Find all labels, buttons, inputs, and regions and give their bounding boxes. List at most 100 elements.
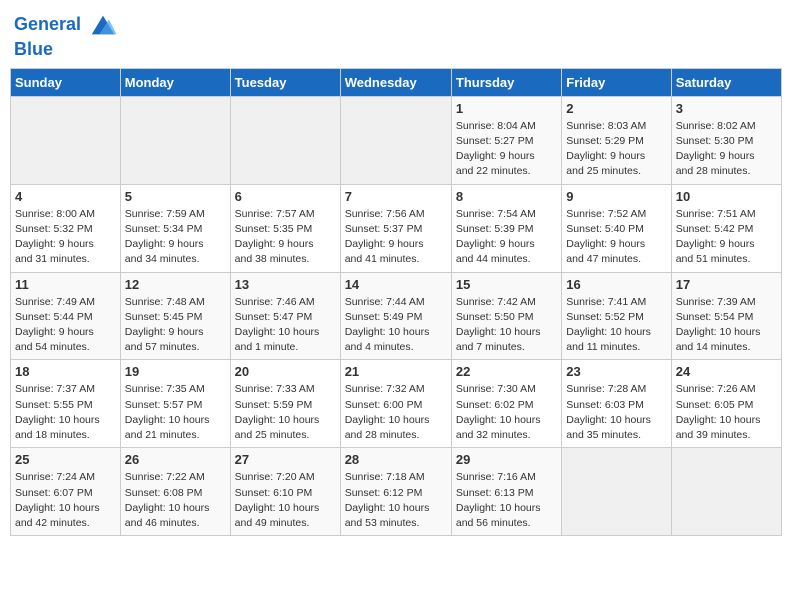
weekday-header-friday: Friday	[562, 68, 671, 96]
day-number: 11	[15, 277, 116, 292]
calendar-cell: 10 Sunrise: 7:51 AMSunset: 5:42 PMDayligh…	[671, 184, 781, 272]
day-number: 6	[235, 189, 336, 204]
day-info: Sunrise: 7:56 AMSunset: 5:37 PMDaylight:…	[345, 207, 447, 268]
calendar-body: 1Sunrise: 8:04 AMSunset: 5:27 PMDaylight…	[11, 96, 782, 535]
day-number: 2	[566, 101, 666, 116]
day-number: 20	[235, 364, 336, 379]
logo-blue-text: Blue	[14, 40, 118, 60]
day-number: 8	[456, 189, 557, 204]
day-info: Sunrise: 7:52 AMSunset: 5:40 PMDaylight:…	[566, 207, 666, 268]
day-info: Sunrise: 8:04 AMSunset: 5:27 PMDaylight:…	[456, 119, 557, 180]
calendar-cell: 28Sunrise: 7:18 AMSunset: 6:12 PMDayligh…	[340, 448, 451, 536]
calendar-week-2: 4 Sunrise: 8:00 AMSunset: 5:32 PMDaylight…	[11, 184, 782, 272]
weekday-header-row: SundayMondayTuesdayWednesdayThursdayFrid…	[11, 68, 782, 96]
calendar-cell: 27 Sunrise: 7:20 AMSunset: 6:10 PMDayligh…	[230, 448, 340, 536]
calendar-cell: 25 Sunrise: 7:24 AMSunset: 6:07 PMDayligh…	[11, 448, 121, 536]
calendar-cell: 26 Sunrise: 7:22 AMSunset: 6:08 PMDayligh…	[120, 448, 230, 536]
page-header: General Blue	[10, 10, 782, 60]
day-number: 18	[15, 364, 116, 379]
weekday-header-tuesday: Tuesday	[230, 68, 340, 96]
calendar-cell: 22 Sunrise: 7:30 AMSunset: 6:02 PMDayligh…	[451, 360, 561, 448]
day-number: 19	[125, 364, 226, 379]
calendar-cell: 7 Sunrise: 7:56 AMSunset: 5:37 PMDaylight…	[340, 184, 451, 272]
day-number: 24	[676, 364, 777, 379]
weekday-header-saturday: Saturday	[671, 68, 781, 96]
calendar-cell	[671, 448, 781, 536]
calendar-cell: 23 Sunrise: 7:28 AMSunset: 6:03 PMDayligh…	[562, 360, 671, 448]
calendar-cell: 15 Sunrise: 7:42 AMSunset: 5:50 PMDayligh…	[451, 272, 561, 360]
day-info: Sunrise: 7:41 AMSunset: 5:52 PMDaylight:…	[566, 295, 666, 356]
day-info: Sunrise: 8:02 AMSunset: 5:30 PMDaylight:…	[676, 119, 777, 180]
calendar-week-1: 1Sunrise: 8:04 AMSunset: 5:27 PMDaylight…	[11, 96, 782, 184]
day-number: 3	[676, 101, 777, 116]
calendar-cell: 3 Sunrise: 8:02 AMSunset: 5:30 PMDaylight…	[671, 96, 781, 184]
calendar-cell: 16 Sunrise: 7:41 AMSunset: 5:52 PMDayligh…	[562, 272, 671, 360]
day-number: 27	[235, 452, 336, 467]
day-info: Sunrise: 7:20 AMSunset: 6:10 PMDaylight:…	[235, 470, 336, 531]
day-info: Sunrise: 7:32 AMSunset: 6:00 PMDaylight:…	[345, 382, 447, 443]
day-number: 29	[456, 452, 557, 467]
day-number: 17	[676, 277, 777, 292]
calendar-cell: 1Sunrise: 8:04 AMSunset: 5:27 PMDaylight…	[451, 96, 561, 184]
day-info: Sunrise: 7:42 AMSunset: 5:50 PMDaylight:…	[456, 295, 557, 356]
day-number: 25	[15, 452, 116, 467]
calendar-cell: 29Sunrise: 7:16 AMSunset: 6:13 PMDayligh…	[451, 448, 561, 536]
day-number: 21	[345, 364, 447, 379]
day-info: Sunrise: 7:30 AMSunset: 6:02 PMDaylight:…	[456, 382, 557, 443]
day-info: Sunrise: 7:48 AMSunset: 5:45 PMDaylight:…	[125, 295, 226, 356]
calendar-cell: 9Sunrise: 7:52 AMSunset: 5:40 PMDaylight…	[562, 184, 671, 272]
weekday-header-monday: Monday	[120, 68, 230, 96]
day-number: 12	[125, 277, 226, 292]
calendar-cell: 2Sunrise: 8:03 AMSunset: 5:29 PMDaylight…	[562, 96, 671, 184]
day-info: Sunrise: 7:24 AMSunset: 6:07 PMDaylight:…	[15, 470, 116, 531]
calendar-cell: 6 Sunrise: 7:57 AMSunset: 5:35 PMDaylight…	[230, 184, 340, 272]
calendar-cell: 14 Sunrise: 7:44 AMSunset: 5:49 PMDayligh…	[340, 272, 451, 360]
day-info: Sunrise: 7:39 AMSunset: 5:54 PMDaylight:…	[676, 295, 777, 356]
day-number: 4	[15, 189, 116, 204]
calendar-cell: 13 Sunrise: 7:46 AMSunset: 5:47 PMDayligh…	[230, 272, 340, 360]
day-info: Sunrise: 7:28 AMSunset: 6:03 PMDaylight:…	[566, 382, 666, 443]
day-info: Sunrise: 8:00 AMSunset: 5:32 PMDaylight:…	[15, 207, 116, 268]
day-number: 13	[235, 277, 336, 292]
logo: General Blue	[14, 10, 118, 60]
day-info: Sunrise: 7:49 AMSunset: 5:44 PMDaylight:…	[15, 295, 116, 356]
calendar-cell: 17 Sunrise: 7:39 AMSunset: 5:54 PMDayligh…	[671, 272, 781, 360]
day-info: Sunrise: 7:57 AMSunset: 5:35 PMDaylight:…	[235, 207, 336, 268]
weekday-header-thursday: Thursday	[451, 68, 561, 96]
calendar-cell: 18 Sunrise: 7:37 AMSunset: 5:55 PMDayligh…	[11, 360, 121, 448]
logo-icon	[88, 10, 118, 40]
day-info: Sunrise: 7:51 AMSunset: 5:42 PMDaylight:…	[676, 207, 777, 268]
day-number: 10	[676, 189, 777, 204]
day-info: Sunrise: 7:44 AMSunset: 5:49 PMDaylight:…	[345, 295, 447, 356]
calendar-cell: 20Sunrise: 7:33 AMSunset: 5:59 PMDayligh…	[230, 360, 340, 448]
calendar-cell	[11, 96, 121, 184]
calendar-week-5: 25 Sunrise: 7:24 AMSunset: 6:07 PMDayligh…	[11, 448, 782, 536]
weekday-header-sunday: Sunday	[11, 68, 121, 96]
calendar-cell: 12 Sunrise: 7:48 AMSunset: 5:45 PMDayligh…	[120, 272, 230, 360]
calendar-cell: 8 Sunrise: 7:54 AMSunset: 5:39 PMDaylight…	[451, 184, 561, 272]
calendar-table: SundayMondayTuesdayWednesdayThursdayFrid…	[10, 68, 782, 536]
day-number: 26	[125, 452, 226, 467]
calendar-cell: 11 Sunrise: 7:49 AMSunset: 5:44 PMDayligh…	[11, 272, 121, 360]
day-info: Sunrise: 7:35 AMSunset: 5:57 PMDaylight:…	[125, 382, 226, 443]
calendar-cell	[340, 96, 451, 184]
calendar-week-3: 11 Sunrise: 7:49 AMSunset: 5:44 PMDayligh…	[11, 272, 782, 360]
calendar-cell	[120, 96, 230, 184]
calendar-cell: 21 Sunrise: 7:32 AMSunset: 6:00 PMDayligh…	[340, 360, 451, 448]
logo-text: General	[14, 10, 118, 40]
day-number: 23	[566, 364, 666, 379]
day-number: 15	[456, 277, 557, 292]
day-info: Sunrise: 7:18 AMSunset: 6:12 PMDaylight:…	[345, 470, 447, 531]
day-info: Sunrise: 7:26 AMSunset: 6:05 PMDaylight:…	[676, 382, 777, 443]
day-info: Sunrise: 7:59 AMSunset: 5:34 PMDaylight:…	[125, 207, 226, 268]
day-number: 22	[456, 364, 557, 379]
calendar-header: SundayMondayTuesdayWednesdayThursdayFrid…	[11, 68, 782, 96]
day-number: 7	[345, 189, 447, 204]
day-info: Sunrise: 7:37 AMSunset: 5:55 PMDaylight:…	[15, 382, 116, 443]
day-number: 14	[345, 277, 447, 292]
day-number: 16	[566, 277, 666, 292]
day-info: Sunrise: 7:54 AMSunset: 5:39 PMDaylight:…	[456, 207, 557, 268]
calendar-cell: 4 Sunrise: 8:00 AMSunset: 5:32 PMDaylight…	[11, 184, 121, 272]
day-info: Sunrise: 7:46 AMSunset: 5:47 PMDaylight:…	[235, 295, 336, 356]
day-info: Sunrise: 7:22 AMSunset: 6:08 PMDaylight:…	[125, 470, 226, 531]
